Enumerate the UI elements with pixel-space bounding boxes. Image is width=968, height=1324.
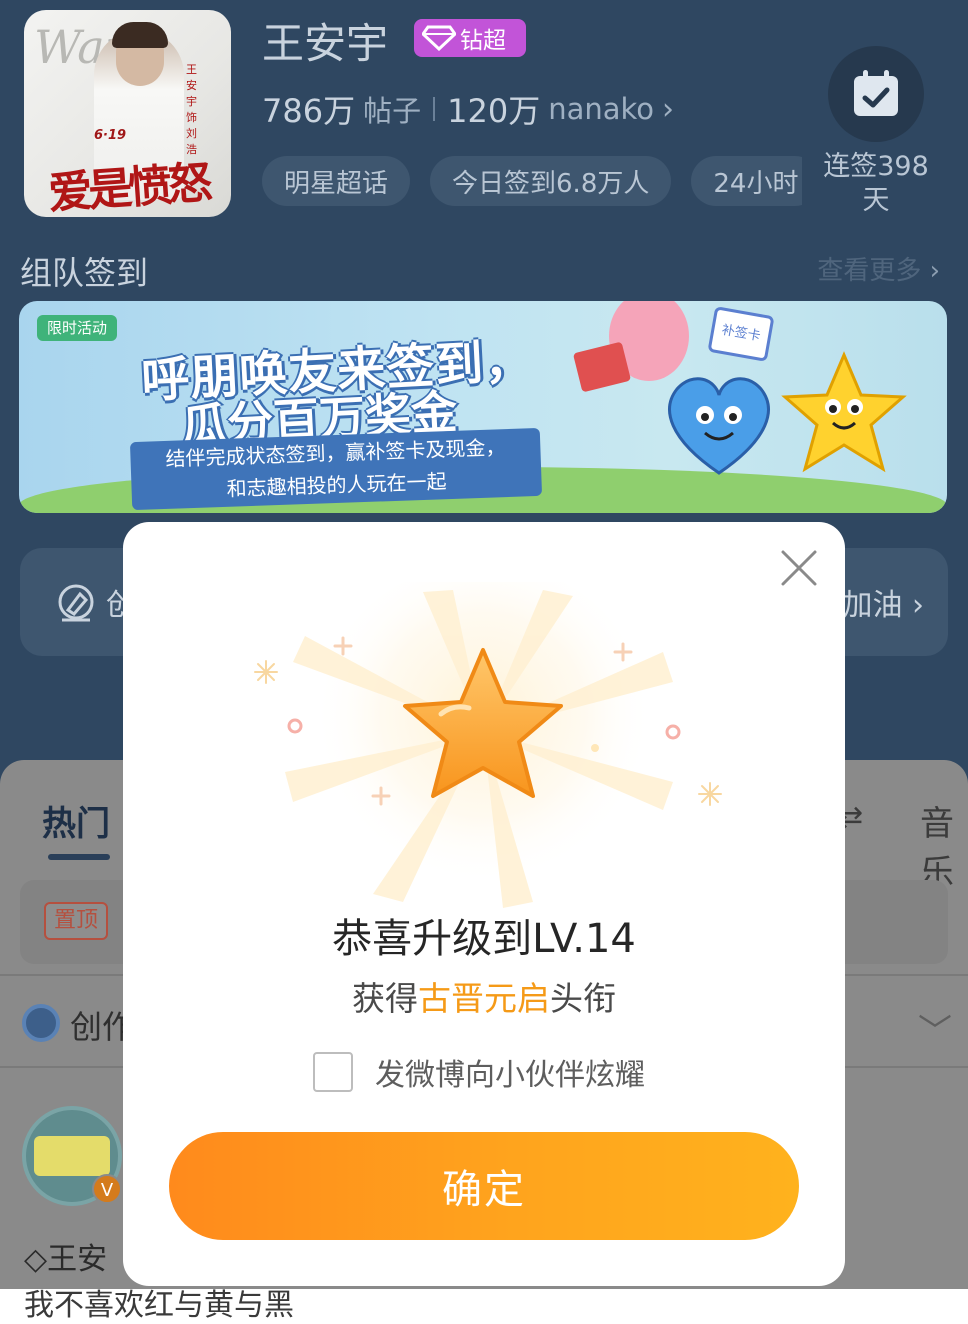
cover-title: 爱是愤怒 — [46, 157, 210, 217]
limited-time-tag: 限时活动 — [37, 315, 118, 341]
chevron-right-icon: › — [929, 256, 940, 286]
cover-date: 6·19 — [94, 128, 127, 143]
stats-divider — [433, 97, 436, 121]
user-name[interactable]: ◇王安 — [24, 1234, 107, 1278]
team-signin-more-label: 查看更多 — [817, 256, 922, 286]
chevron-right-icon[interactable]: › — [662, 92, 674, 127]
chip-24h[interactable]: 24小时 — [691, 156, 802, 206]
avatar-art — [34, 1136, 110, 1176]
verified-badge: V — [92, 1174, 122, 1204]
edit-pen-icon — [58, 584, 94, 622]
creator-badge-icon — [22, 1004, 60, 1042]
heart-mascot-icon — [668, 377, 770, 475]
fans-label[interactable]: nanako — [548, 92, 654, 126]
team-signin-more[interactable]: 查看更多 › — [800, 250, 940, 286]
reward-suffix: 头衔 — [550, 979, 616, 1018]
level-up-dialog: 恭喜升级到LV.14 获得古晋元启头衔 发微博向小伙伴炫耀 确定 — [123, 522, 845, 1286]
share-checkbox[interactable] — [313, 1052, 353, 1092]
chip-category[interactable]: 明星超话 — [262, 156, 411, 206]
cover-side-text: 王安宇 饰 刘浩 — [186, 63, 197, 156]
signin-button[interactable] — [828, 46, 924, 142]
fans-count: 120万 — [447, 92, 541, 130]
cover-hair — [112, 22, 168, 48]
makeup-card-icon: 补签卡 — [707, 306, 775, 362]
tab-hot[interactable]: 热门 — [42, 796, 110, 845]
chevron-down-icon[interactable]: ﹀ — [918, 1004, 952, 1053]
signin-streak-label[interactable]: 连签398天 — [812, 150, 940, 218]
level-up-title: 恭喜升级到LV.14 — [332, 916, 636, 962]
confirm-button[interactable]: 确定 — [169, 1132, 799, 1240]
user-name-label: 王安 — [47, 1242, 108, 1277]
chip-today-signins[interactable]: 今日签到6.8万人 — [430, 156, 672, 206]
reward-prefix: 获得 — [352, 979, 418, 1018]
red-envelope-icon — [572, 341, 632, 393]
tab-active-indicator — [48, 854, 110, 860]
post-text-preview: 我不喜欢红与黄与黑 — [24, 1288, 294, 1323]
create-row-right-label: 加油 — [842, 588, 903, 623]
create-row-right: 加油 › — [842, 580, 924, 624]
calendar-check-icon — [854, 70, 898, 116]
close-icon[interactable] — [779, 548, 819, 588]
info-chips: 明星超话 今日签到6.8万人 24小时 — [262, 156, 802, 206]
star-burst-icon — [254, 582, 722, 908]
diamond-super-badge[interactable]: 钻超 — [414, 19, 526, 57]
posts-count: 786万 — [262, 92, 356, 130]
supertopic-cover-image[interactable]: Wang 王安宇 饰 刘浩 6·19 爱是愤怒 — [24, 10, 231, 217]
badge-label: 钻超 — [460, 28, 506, 54]
supertopic-name: 王安宇 — [262, 19, 389, 68]
team-signin-banner[interactable]: 补签卡 限时活动 呼朋唤友来签到， 瓜分百万奖金 结伴完成状态签到，赢补签卡及现… — [19, 301, 947, 513]
team-signin-title: 组队签到 — [20, 254, 149, 292]
posts-label: 帖子 — [363, 94, 422, 128]
level-up-reward: 获得古晋元启头衔 — [123, 972, 845, 1020]
share-option[interactable]: 发微博向小伙伴炫耀 — [313, 1050, 645, 1094]
diamond-icon — [422, 25, 456, 51]
stats-row: 786万 帖子 120万 nanako › — [262, 86, 674, 132]
banner-subtitle: 结伴完成状态签到，赢补签卡及现金， 和志趣相投的人玩在一起 — [129, 427, 543, 511]
diamond-icon: ◇ — [24, 1242, 48, 1277]
share-label[interactable]: 发微博向小伙伴炫耀 — [375, 1050, 645, 1094]
chevron-right-icon: › — [912, 588, 924, 623]
pinned-tag: 置顶 — [44, 902, 109, 940]
reward-title: 古晋元启 — [418, 979, 550, 1018]
star-mascot-icon — [781, 351, 907, 473]
